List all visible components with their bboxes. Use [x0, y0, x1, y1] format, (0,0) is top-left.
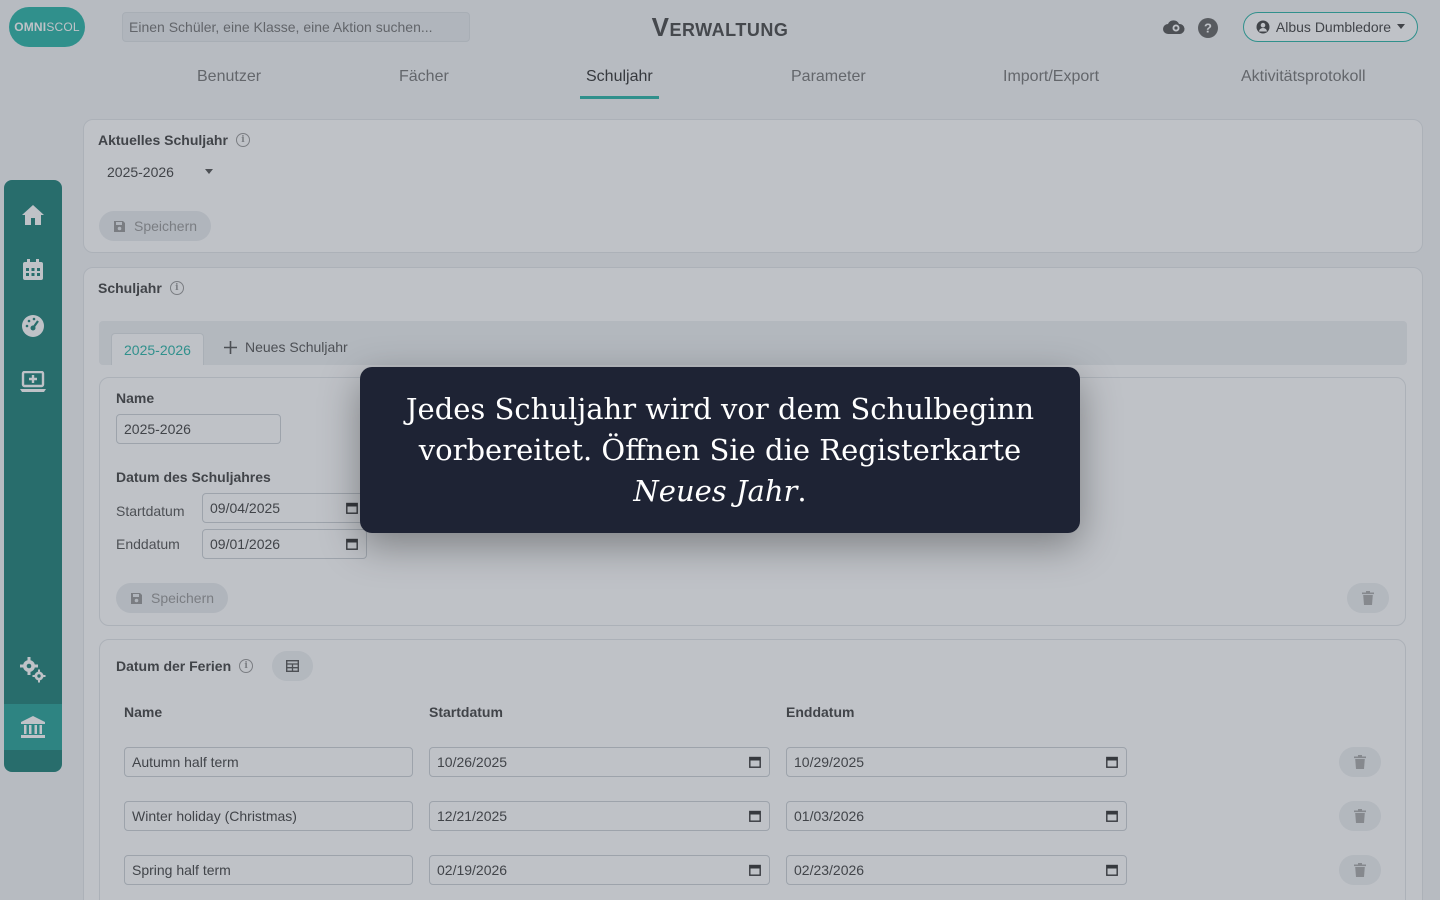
onboarding-tooltip: Jedes Schuljahr wird vor dem Schulbeginn… [360, 367, 1080, 533]
tooltip-text: Jedes Schuljahr wird vor dem Schulbeginn… [404, 389, 1036, 512]
tooltip-emphasis: Neues Jahr [633, 473, 798, 508]
tooltip-line: Jedes Schuljahr wird vor dem Schulbeginn… [405, 391, 1035, 467]
tooltip-end: . [797, 473, 807, 508]
